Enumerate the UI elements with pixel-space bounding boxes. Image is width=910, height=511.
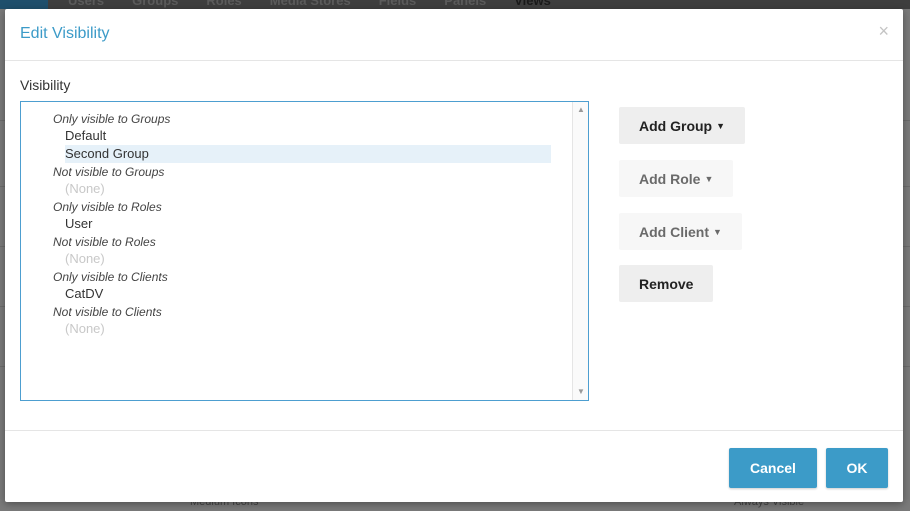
visibility-section-heading: Not visible to Groups [53,165,165,179]
background-tab-views: Views [514,0,551,8]
add-role-button-label: Add Role [639,170,701,187]
scroll-up-arrow-icon[interactable]: ▲ [573,104,588,116]
visibility-list-item[interactable]: Default [65,127,551,145]
caret-down-icon: ▼ [716,120,726,131]
visibility-section-heading: Not visible to Roles [53,235,156,249]
visibility-list-item[interactable]: User [65,215,551,233]
visibility-label: Visibility [20,77,71,93]
scroll-down-arrow-icon[interactable]: ▼ [573,386,588,398]
add-client-button-label: Add Client [639,223,709,240]
ok-button[interactable]: OK [826,448,888,488]
cancel-button[interactable]: Cancel [729,448,817,488]
dialog-title: Edit Visibility [20,25,110,42]
visibility-scrollbar[interactable]: ▲ ▼ [572,102,588,400]
dialog-footer: Cancel OK [5,430,903,502]
visibility-list-box[interactable]: Only visible to Groups Default Second Grou… [20,101,589,401]
background-tab-bar: Users Groups Roles Media Stores Fields P… [68,0,579,8]
visibility-section-heading: Only visible to Groups [53,112,171,126]
visibility-list-item[interactable]: CatDV [65,285,551,303]
add-group-button-label: Add Group [639,117,713,134]
remove-button[interactable]: Remove [619,265,714,302]
close-icon[interactable]: × [878,21,889,41]
background-tab-groups: Groups [132,0,179,8]
visibility-section-heading: Only visible to Clients [53,270,168,284]
add-group-button[interactable]: Add Group ▼ [619,107,746,144]
background-tab-fields: Fields [378,0,417,8]
visibility-empty-placeholder: (None) [65,251,105,266]
background-tab-media-stores: Media Stores [269,0,351,8]
background-tab-panels: Panels [444,0,487,8]
visibility-list-item[interactable]: Second Group [65,145,551,163]
background-tab-users: Users [68,0,105,8]
background-tab-roles: Roles [206,0,242,8]
dialog-header: Edit Visibility × [5,9,903,61]
visibility-section-heading: Only visible to Roles [53,200,162,214]
edit-visibility-dialog: Edit Visibility × Visibility Only visibl… [5,9,903,502]
add-client-button[interactable]: Add Client ▼ [619,213,742,250]
visibility-section-heading: Not visible to Clients [53,305,162,319]
visibility-empty-placeholder: (None) [65,321,105,336]
add-role-button[interactable]: Add Role ▼ [619,160,734,197]
remove-button-label: Remove [639,275,694,292]
visibility-list: Only visible to Groups Default Second Grou… [21,110,571,338]
background-brand-block [0,0,48,9]
caret-down-icon: ▼ [704,173,714,184]
visibility-empty-placeholder: (None) [65,181,105,196]
caret-down-icon: ▼ [713,226,722,237]
